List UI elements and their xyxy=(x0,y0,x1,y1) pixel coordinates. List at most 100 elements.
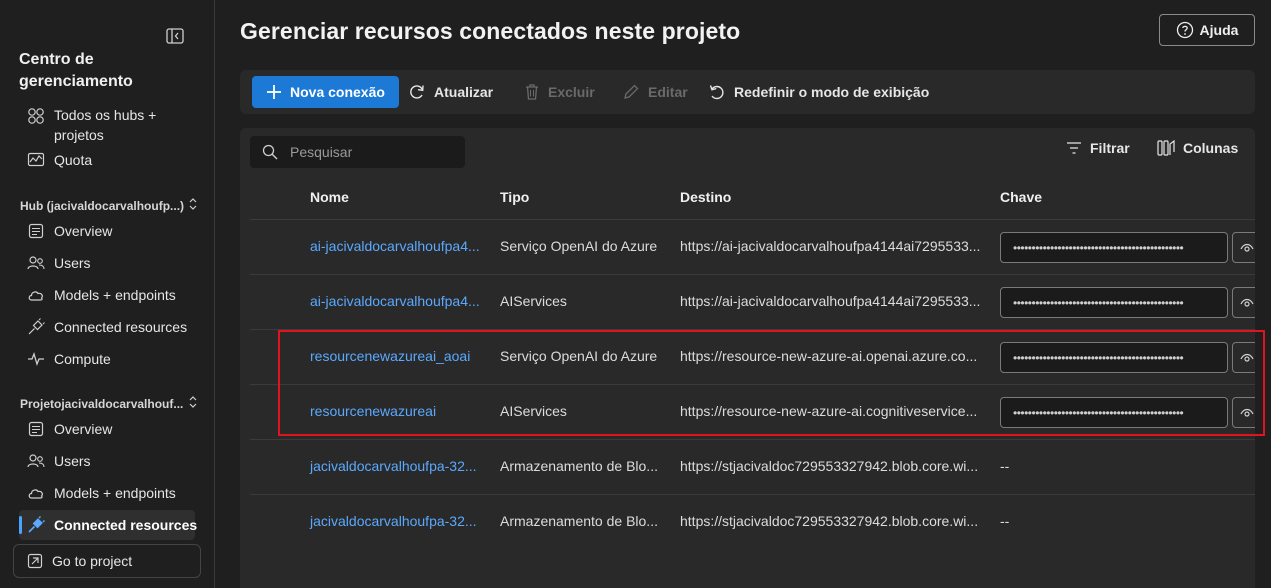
key-empty: -- xyxy=(1000,513,1010,529)
pulse-icon xyxy=(26,349,46,369)
cloud-icon xyxy=(26,285,46,305)
sidebar-item-label: Connected resources xyxy=(54,319,188,335)
eye-icon xyxy=(1240,240,1254,256)
plug-icon xyxy=(26,515,46,535)
reset-view-button[interactable]: Redefinir o modo de exibição xyxy=(708,76,929,108)
highlight-box xyxy=(278,330,1265,436)
trash-icon xyxy=(524,83,540,101)
search-field[interactable] xyxy=(250,136,465,168)
filter-icon xyxy=(1066,141,1082,155)
filter-button[interactable]: Filtrar xyxy=(1066,140,1130,156)
sidebar-item-label: Compute xyxy=(54,351,111,367)
refresh-icon xyxy=(408,83,426,101)
column-header-name[interactable]: Nome xyxy=(310,189,349,205)
sidebar-item-hub-models[interactable]: Models + endpoints xyxy=(26,281,176,309)
sidebar-title: Centro de gerenciamento xyxy=(19,51,133,90)
new-connection-label: Nova conexão xyxy=(290,84,385,100)
column-header-target[interactable]: Destino xyxy=(680,189,731,205)
search-icon xyxy=(262,144,278,160)
delete-label: Excluir xyxy=(548,84,595,100)
column-header-type[interactable]: Tipo xyxy=(500,189,529,205)
connection-target: https://stjacivaldoc729553327942.blob.co… xyxy=(680,513,979,529)
table-row[interactable]: ai-jacivaldocarvalhoufpa4... AIServices … xyxy=(250,274,1255,329)
connection-type: Armazenamento de Blo... xyxy=(500,513,658,529)
column-header-key[interactable]: Chave xyxy=(1000,189,1042,205)
help-icon xyxy=(1176,21,1194,39)
sidebar-item-hub-users[interactable]: Users xyxy=(26,249,91,277)
connection-target: https://ai-jacivaldocarvalhoufpa4144ai72… xyxy=(680,238,981,254)
plus-icon xyxy=(266,84,282,100)
go-to-project-button[interactable]: Go to project xyxy=(13,544,201,578)
filter-label: Filtrar xyxy=(1090,140,1130,156)
quota-icon xyxy=(26,150,46,170)
cloud-icon xyxy=(26,483,46,503)
key-field[interactable]: ••••••••••••••••••••••••••••••••••••••••… xyxy=(1000,232,1228,263)
sidebar-item-project-connected-resources[interactable]: Connected resources xyxy=(26,511,197,539)
sidebar-item-label: Quota xyxy=(54,152,93,168)
connection-type: Serviço OpenAI do Azure xyxy=(500,238,658,254)
go-to-project-label: Go to project xyxy=(52,553,133,569)
project-group-header[interactable]: Projetojacivaldocarvalhouf... xyxy=(20,395,200,412)
command-toolbar: Nova conexão Atualizar Excluir Editar Re… xyxy=(240,70,1255,114)
collapse-sidebar-icon[interactable] xyxy=(166,28,184,44)
show-key-button[interactable] xyxy=(1232,232,1255,263)
new-connection-button[interactable]: Nova conexão xyxy=(252,76,399,108)
overview-icon xyxy=(26,419,46,439)
help-label: Ajuda xyxy=(1199,22,1239,38)
connection-name-link[interactable]: ai-jacivaldocarvalhoufpa4... xyxy=(310,293,480,309)
connection-name-link[interactable]: jacivaldocarvalhoufpa-32... xyxy=(310,458,477,474)
sidebar-item-label: Connected resources xyxy=(54,517,198,533)
columns-icon xyxy=(1157,140,1175,156)
sidebar-item-project-users[interactable]: Users xyxy=(26,447,91,475)
active-item-indicator xyxy=(19,516,22,534)
connection-name-link[interactable]: jacivaldocarvalhoufpa-32... xyxy=(310,513,477,529)
sidebar-item-project-models[interactable]: Models + endpoints xyxy=(26,479,176,507)
show-key-button[interactable] xyxy=(1232,287,1255,318)
connection-type: AIServices xyxy=(500,293,567,309)
sidebar-item-quota[interactable]: Quota xyxy=(26,146,92,174)
sidebar-item-hub-compute[interactable]: Compute xyxy=(26,345,111,373)
sidebar-item-hub-connected-resources[interactable]: Connected resources xyxy=(26,313,187,341)
key-field[interactable]: ••••••••••••••••••••••••••••••••••••••••… xyxy=(1000,287,1228,318)
sidebar-item-label: Todos os hubs + projetos xyxy=(54,107,157,143)
expand-collapse-icon xyxy=(188,197,200,214)
columns-button[interactable]: Colunas xyxy=(1157,140,1238,156)
overview-icon xyxy=(26,221,46,241)
go-to-project-icon xyxy=(26,552,44,570)
help-button[interactable]: Ajuda xyxy=(1159,14,1255,46)
sidebar-item-label: Overview xyxy=(54,223,113,239)
delete-button[interactable]: Excluir xyxy=(524,76,595,108)
search-input[interactable] xyxy=(290,144,450,160)
connection-type: Armazenamento de Blo... xyxy=(500,458,658,474)
sidebar-item-label: Users xyxy=(54,453,91,469)
sidebar-item-label: Models + endpoints xyxy=(54,485,176,501)
users-icon xyxy=(26,451,46,471)
users-icon xyxy=(26,253,46,273)
table-row[interactable]: jacivaldocarvalhoufpa-32... Armazenament… xyxy=(250,494,1255,549)
hub-group-label: Hub (jacivaldocarvalhoufp...) xyxy=(20,198,184,213)
reset-view-label: Redefinir o modo de exibição xyxy=(734,84,930,100)
reset-icon xyxy=(708,83,726,101)
plug-icon xyxy=(26,317,46,337)
project-group-label: Projetojacivaldocarvalhouf... xyxy=(20,396,184,411)
sidebar: Centro de gerenciamento Todos os hubs + … xyxy=(0,0,215,588)
sidebar-item-label: Overview xyxy=(54,421,113,437)
refresh-label: Atualizar xyxy=(434,84,494,100)
table-row[interactable]: jacivaldocarvalhoufpa-32... Armazenament… xyxy=(250,439,1255,494)
columns-label: Colunas xyxy=(1183,140,1239,156)
hub-group-header[interactable]: Hub (jacivaldocarvalhoufp...) xyxy=(20,197,200,214)
key-empty: -- xyxy=(1000,458,1010,474)
sidebar-item-project-overview[interactable]: Overview xyxy=(26,415,112,443)
expand-collapse-icon xyxy=(188,395,200,412)
table-row[interactable]: ai-jacivaldocarvalhoufpa4... Serviço Ope… xyxy=(250,219,1255,274)
refresh-button[interactable]: Atualizar xyxy=(408,76,493,108)
connection-target: https://stjacivaldoc729553327942.blob.co… xyxy=(680,458,979,474)
sidebar-item-all-hubs[interactable]: Todos os hubs + projetos xyxy=(26,105,184,147)
edit-label: Editar xyxy=(648,84,688,100)
connection-target: https://ai-jacivaldocarvalhoufpa4144ai72… xyxy=(680,293,981,309)
sidebar-item-label: Models + endpoints xyxy=(54,287,176,303)
edit-button[interactable]: Editar xyxy=(622,76,688,108)
sidebar-item-hub-overview[interactable]: Overview xyxy=(26,217,112,245)
grid-icon xyxy=(26,106,46,126)
connection-name-link[interactable]: ai-jacivaldocarvalhoufpa4... xyxy=(310,238,480,254)
